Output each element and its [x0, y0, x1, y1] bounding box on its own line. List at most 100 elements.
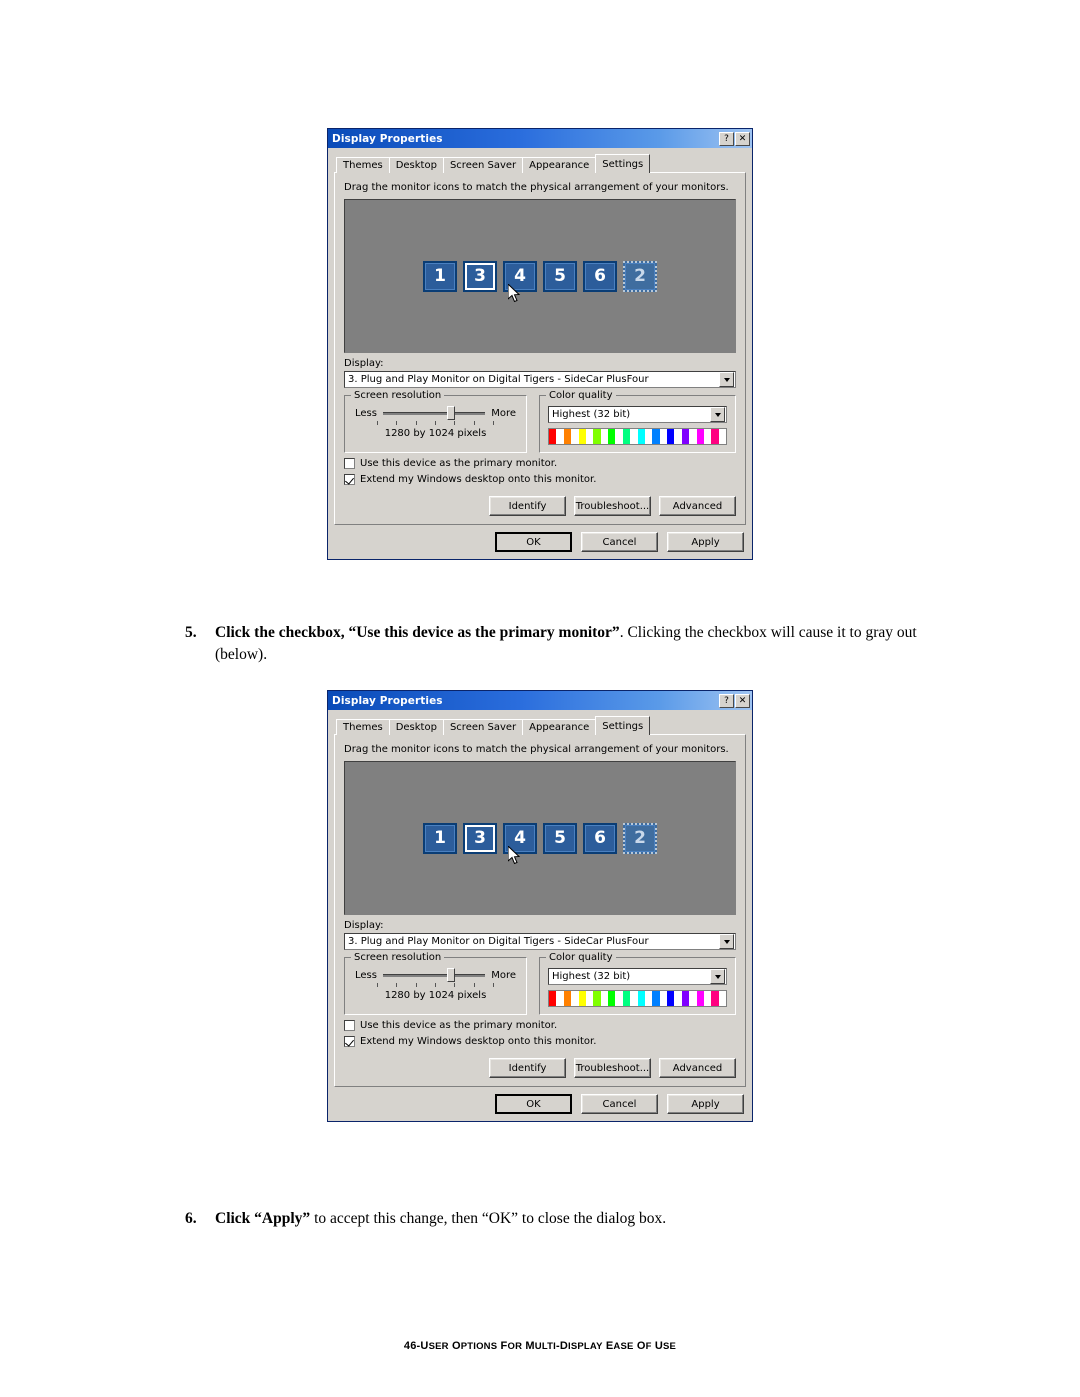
tab-desktop[interactable]: Desktop [388, 157, 444, 173]
tab-bar[interactable]: Themes Desktop Screen Saver Appearance S… [334, 153, 746, 173]
resolution-slider-row[interactable]: Less More [353, 406, 518, 420]
display-select[interactable]: 3. Plug and Play Monitor on Digital Tige… [344, 371, 736, 388]
settings-panel: Drag the monitor icons to match the phys… [334, 172, 746, 525]
monitor-icon-5[interactable]: 5 [543, 822, 577, 854]
chevron-down-icon[interactable] [719, 934, 734, 949]
chevron-down-icon[interactable] [710, 969, 725, 984]
page-footer: 46-USER OPTIONS FOR MULTI-DISPLAY EASE O… [0, 1340, 1080, 1352]
step-5-text: Click the checkbox, “Use this device as … [215, 622, 930, 666]
step-6-rest: to accept this change, then “OK” to clos… [310, 1210, 667, 1227]
extend-desktop-checkbox[interactable] [344, 474, 355, 485]
monitor-icon-3[interactable]: 3 [463, 260, 497, 292]
tab-appearance[interactable]: Appearance [522, 719, 597, 735]
close-icon[interactable]: ✕ [735, 131, 750, 146]
step-6-number: 6. [185, 1210, 197, 1227]
identify-button[interactable]: Identify [489, 496, 566, 516]
monitor-icon-6[interactable]: 6 [583, 822, 617, 854]
tab-settings[interactable]: Settings [595, 716, 651, 735]
help-icon[interactable]: ? [719, 131, 734, 146]
resolution-slider[interactable] [382, 406, 486, 420]
drag-hint-text: Drag the monitor icons to match the phys… [344, 182, 729, 193]
dialog-button-row: OK Cancel Apply [334, 1094, 746, 1114]
identify-button[interactable]: Identify [489, 1058, 566, 1078]
monitor-icon-2[interactable]: 2 [623, 822, 657, 854]
tab-screen-saver[interactable]: Screen Saver [442, 719, 524, 735]
dialog-titlebar[interactable]: Display Properties ? ✕ [328, 691, 752, 710]
slider-track-line [382, 974, 486, 977]
tab-bar[interactable]: Themes Desktop Screen Saver Appearance S… [334, 715, 746, 735]
step-6: 6. Click “Apply” to accept this change, … [185, 1208, 930, 1230]
cancel-button[interactable]: Cancel [581, 1094, 658, 1114]
extend-desktop-checkbox-row[interactable]: Extend my Windows desktop onto this moni… [344, 1036, 736, 1047]
advanced-button[interactable]: Advanced [659, 496, 736, 516]
dialog-titlebar[interactable]: Display Properties ? ✕ [328, 129, 752, 148]
chevron-down-icon[interactable] [710, 407, 725, 422]
color-quality-legend: Color quality [546, 952, 616, 963]
color-quality-value: Highest (32 bit) [552, 971, 631, 982]
display-properties-dialog-2[interactable]: Display Properties ? ✕ Themes Desktop Sc… [327, 690, 753, 1122]
monitor-arrangement-area[interactable]: 1 3 4 5 6 2 [344, 761, 736, 915]
advanced-button[interactable]: Advanced [659, 1058, 736, 1078]
color-quality-group: Color quality Highest (32 bit) [539, 390, 736, 453]
extend-desktop-checkbox[interactable] [344, 1036, 355, 1047]
primary-monitor-checkbox[interactable] [344, 458, 355, 469]
apply-button[interactable]: Apply [667, 1094, 744, 1114]
screen-resolution-legend: Screen resolution [351, 390, 445, 401]
tab-desktop[interactable]: Desktop [388, 719, 444, 735]
dialog-body: Themes Desktop Screen Saver Appearance S… [328, 710, 752, 1121]
primary-monitor-checkbox[interactable] [344, 1020, 355, 1031]
resolution-value: 1280 by 1024 pixels [384, 990, 487, 1001]
monitor-icon-4[interactable]: 4 [503, 260, 537, 292]
display-select-value: 3. Plug and Play Monitor on Digital Tige… [348, 374, 649, 385]
tab-themes[interactable]: Themes [336, 157, 390, 173]
monitor-icon-1[interactable]: 1 [423, 822, 457, 854]
extend-desktop-checkbox-row[interactable]: Extend my Windows desktop onto this moni… [344, 474, 736, 485]
color-quality-select[interactable]: Highest (32 bit) [548, 406, 727, 423]
display-properties-dialog-1[interactable]: Display Properties ? ✕ Themes Desktop Sc… [327, 128, 753, 560]
slider-thumb[interactable] [447, 406, 456, 420]
cancel-button[interactable]: Cancel [581, 532, 658, 552]
help-icon[interactable]: ? [719, 693, 734, 708]
monitor-icon-3[interactable]: 3 [463, 822, 497, 854]
dialog-button-row: OK Cancel Apply [334, 532, 746, 552]
tab-screen-saver[interactable]: Screen Saver [442, 157, 524, 173]
troubleshoot-button[interactable]: Troubleshoot... [574, 496, 651, 516]
display-select-value: 3. Plug and Play Monitor on Digital Tige… [348, 936, 649, 947]
apply-button[interactable]: Apply [667, 532, 744, 552]
color-quality-value: Highest (32 bit) [552, 409, 631, 420]
display-select[interactable]: 3. Plug and Play Monitor on Digital Tige… [344, 933, 736, 950]
monitor-icon-4[interactable]: 4 [503, 822, 537, 854]
close-icon[interactable]: ✕ [735, 693, 750, 708]
resolution-slider[interactable] [382, 968, 486, 982]
primary-monitor-checkbox-row[interactable]: Use this device as the primary monitor. [344, 458, 736, 469]
ok-button[interactable]: OK [495, 1094, 572, 1114]
footer-page-number: 46- [403, 1340, 421, 1352]
monitor-icon-5[interactable]: 5 [543, 260, 577, 292]
monitor-icon-1[interactable]: 1 [423, 260, 457, 292]
color-quality-select[interactable]: Highest (32 bit) [548, 968, 727, 985]
screen-resolution-group: Screen resolution Less More 1280 by 1024… [344, 952, 527, 1015]
panel-button-row: Identify Troubleshoot... Advanced [344, 496, 736, 516]
troubleshoot-button[interactable]: Troubleshoot... [574, 1058, 651, 1078]
tab-appearance[interactable]: Appearance [522, 157, 597, 173]
color-quality-group: Color quality Highest (32 bit) [539, 952, 736, 1015]
chevron-down-icon[interactable] [719, 372, 734, 387]
panel-button-row: Identify Troubleshoot... Advanced [344, 1058, 736, 1078]
settings-groups: Screen resolution Less More 1280 by 1024… [344, 952, 736, 1015]
monitor-arrangement-area[interactable]: 1 3 4 5 6 2 [344, 199, 736, 353]
primary-monitor-checkbox-row[interactable]: Use this device as the primary monitor. [344, 1020, 736, 1031]
primary-monitor-label: Use this device as the primary monitor. [360, 458, 558, 469]
tab-settings[interactable]: Settings [595, 154, 651, 173]
monitor-icon-2[interactable]: 2 [623, 260, 657, 292]
monitor-icon-6[interactable]: 6 [583, 260, 617, 292]
resolution-slider-row[interactable]: Less More [353, 968, 518, 982]
color-spectrum-bar [548, 990, 727, 1007]
display-label: Display: [344, 358, 384, 369]
slider-thumb[interactable] [447, 968, 456, 982]
tab-themes[interactable]: Themes [336, 719, 390, 735]
dialog-title: Display Properties [332, 694, 443, 707]
resolution-less-label: Less [355, 969, 377, 981]
screen-resolution-legend: Screen resolution [351, 952, 445, 963]
screen-resolution-group: Screen resolution Less More 1280 by 1024… [344, 390, 527, 453]
ok-button[interactable]: OK [495, 532, 572, 552]
